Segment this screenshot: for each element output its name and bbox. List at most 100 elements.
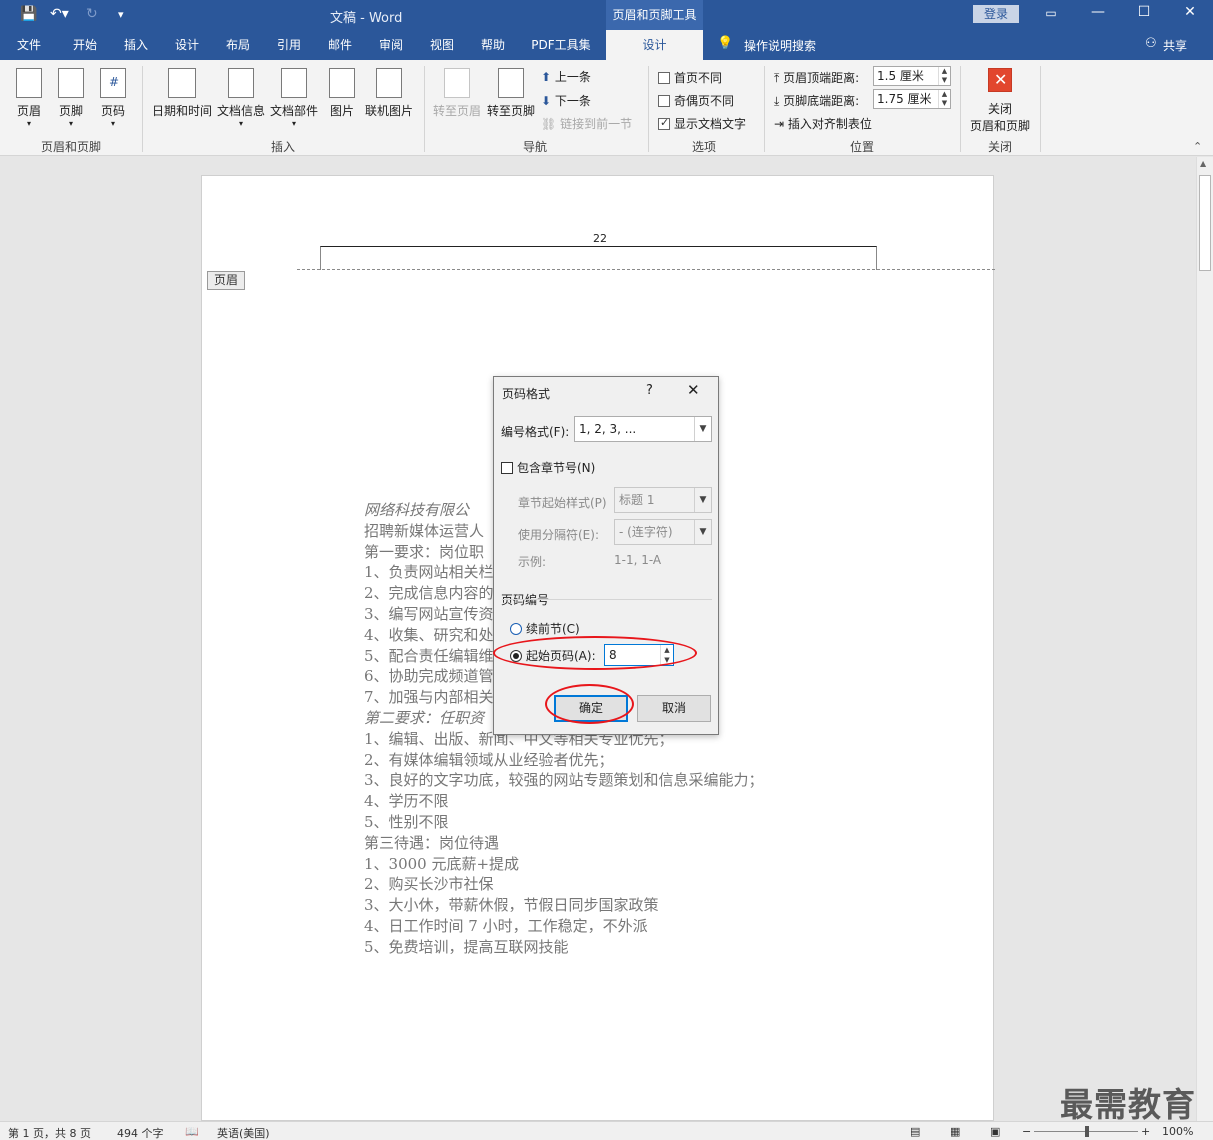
header-tag: 页眉 (207, 271, 246, 290)
page-number-button[interactable]: # 页码 ▾ (98, 68, 128, 128)
tab-hf-design[interactable]: 设计 (606, 30, 703, 60)
page-number-icon: # (100, 68, 126, 98)
tab-home[interactable]: 开始 (64, 30, 106, 60)
help-icon[interactable]: ? (646, 383, 653, 398)
separator-select[interactable]: - (连字符) ▼ (614, 519, 712, 545)
doc-line: 2、购买长沙市社保 (364, 875, 494, 894)
doc-line: 4、学历不限 (364, 792, 449, 811)
example-label: 示例: (518, 555, 547, 569)
header-icon (16, 68, 42, 98)
zoom-in-icon[interactable]: + (1141, 1125, 1150, 1138)
cancel-button[interactable]: 取消 (637, 695, 711, 722)
header-top-distance-input[interactable]: 1.5 厘米 ▲ ▼ (873, 66, 951, 86)
read-mode-icon[interactable]: ▤ (910, 1125, 920, 1138)
proofing-icon[interactable]: 📖 (185, 1125, 199, 1138)
header-button[interactable]: 页眉 ▾ (14, 68, 44, 128)
minimize-icon[interactable]: — (1088, 4, 1108, 20)
include-chapter-checkbox[interactable]: 包含章节号(N) (501, 459, 595, 476)
goto-footer-button[interactable]: 转至页脚 (486, 68, 536, 119)
group-separator (648, 66, 649, 152)
close-icon[interactable]: ✕ (687, 381, 700, 399)
page-count[interactable]: 第 1 页，共 8 页 (8, 1125, 91, 1140)
chapter-style-select[interactable]: 标题 1 ▼ (614, 487, 712, 513)
lightbulb-icon: 💡 (717, 36, 734, 51)
spinner-arrows-icon[interactable]: ▲ ▼ (938, 67, 950, 85)
header-distance-icon: ⤒ (774, 71, 780, 85)
docparts-button[interactable]: 文档部件 ▾ (269, 68, 319, 128)
tab-help[interactable]: 帮助 (472, 30, 514, 60)
ribbon-tabs: 文件 开始 插入 设计 布局 引用 邮件 审阅 视图 帮助 PDF工具集 设计 … (0, 30, 1213, 60)
word-count[interactable]: 494 个字 (117, 1125, 164, 1140)
doc-line: 1、3000 元底薪+提成 (364, 854, 520, 873)
document-info-icon (228, 68, 254, 98)
ribbon-display-options-icon[interactable]: ▭ (1041, 6, 1061, 20)
show-document-text-checkbox[interactable]: 显示文档文字 (658, 115, 746, 132)
close-window-icon[interactable]: ✕ (1180, 4, 1200, 20)
group-separator (764, 66, 765, 152)
zoom-level[interactable]: 100% (1162, 1125, 1193, 1138)
redo-icon[interactable]: ↻ (86, 6, 98, 22)
zoom-out-icon[interactable]: − (1022, 1125, 1031, 1138)
online-picture-button[interactable]: 联机图片 (362, 68, 416, 119)
print-layout-icon[interactable]: ▦ (950, 1125, 960, 1138)
doc-line: 5、性别不限 (364, 812, 449, 831)
scrollbar-thumb[interactable] (1199, 175, 1211, 271)
link-to-previous-button[interactable]: ⛓ 链接到前一节 (541, 115, 632, 132)
close-header-footer-button[interactable]: ✕ 关闭 页眉和页脚 (968, 68, 1032, 134)
maximize-icon[interactable]: ☐ (1134, 4, 1154, 20)
chapter-style-label: 章节起始样式(P) (518, 496, 607, 510)
spinner-arrows-icon[interactable]: ▲ ▼ (938, 90, 950, 108)
save-icon[interactable]: 💾 (20, 6, 37, 22)
tab-mailings[interactable]: 邮件 (319, 30, 361, 60)
different-first-page-checkbox[interactable]: 首页不同 (658, 69, 722, 86)
group-separator (1040, 66, 1041, 152)
group-label-navigation: 导航 (522, 140, 547, 154)
picture-icon (329, 68, 355, 98)
number-format-select[interactable]: 1, 2, 3, ... ▼ (574, 416, 712, 442)
group-label-position: 位置 (849, 140, 874, 154)
group-label-close: 关闭 (987, 140, 1012, 154)
footer-button[interactable]: 页脚 ▾ (56, 68, 86, 128)
picture-button[interactable]: 图片 (327, 68, 357, 119)
tab-design[interactable]: 设计 (166, 30, 208, 60)
insert-alignment-tab-button[interactable]: ⇥ 插入对齐制表位 (774, 115, 872, 132)
tab-review[interactable]: 审阅 (370, 30, 412, 60)
scroll-up-icon[interactable]: ▲ (1200, 159, 1206, 168)
tab-file[interactable]: 文件 (8, 30, 50, 60)
tab-insert[interactable]: 插入 (115, 30, 157, 60)
number-format-label: 编号格式(F): (501, 425, 570, 439)
tell-me-search[interactable]: 操作说明搜索 (744, 37, 816, 54)
different-odd-even-checkbox[interactable]: 奇偶页不同 (658, 92, 734, 109)
calendar-icon (168, 68, 196, 98)
header-page-number[interactable]: 22 (593, 232, 607, 245)
language-indicator[interactable]: 英语(美国) (217, 1125, 270, 1140)
watermark-text: 最需教育 (1060, 1085, 1196, 1124)
align-tab-icon: ⇥ (774, 117, 785, 131)
doc-line: 5、免费培训，提高互联网技能 (364, 937, 569, 956)
customize-quick-access-icon[interactable]: ▾ (118, 8, 124, 21)
share-button[interactable]: 共享 (1163, 37, 1187, 54)
next-button[interactable]: ⬇ 下一条 (541, 92, 591, 109)
undo-icon[interactable]: ↶▾ (50, 6, 69, 22)
previous-button[interactable]: ⬆ 上一条 (541, 68, 591, 85)
zoom-slider-thumb[interactable] (1085, 1126, 1089, 1137)
docinfo-button[interactable]: 文档信息 ▾ (216, 68, 266, 128)
vertical-scrollbar[interactable]: ▲ (1196, 157, 1213, 1121)
tab-pdf-tools[interactable]: PDF工具集 (524, 30, 598, 60)
header-top-distance-label: ⤒ 页眉顶端距离: (774, 71, 860, 85)
datetime-button[interactable]: 日期和时间 (152, 68, 212, 119)
link-icon: ⛓ (541, 117, 557, 131)
web-layout-icon[interactable]: ▣ (990, 1125, 1000, 1138)
tab-view[interactable]: 视图 (421, 30, 463, 60)
group-label-insert: 插入 (270, 140, 295, 154)
context-tool-title: 页眉和页脚工具 (606, 0, 703, 30)
goto-header-button[interactable]: 转至页眉 (432, 68, 482, 119)
login-button[interactable]: 登录 (973, 5, 1019, 23)
goto-header-icon (444, 68, 470, 98)
collapse-ribbon-icon[interactable]: ⌃ (1193, 140, 1202, 153)
footer-bottom-distance-input[interactable]: 1.75 厘米 ▲ ▼ (873, 89, 951, 109)
footer-bottom-distance-label: ⤓ 页脚底端距离: (774, 94, 860, 108)
continue-previous-radio[interactable]: 续前节(C) (510, 620, 580, 637)
tab-references[interactable]: 引用 (268, 30, 310, 60)
tab-layout[interactable]: 布局 (217, 30, 259, 60)
